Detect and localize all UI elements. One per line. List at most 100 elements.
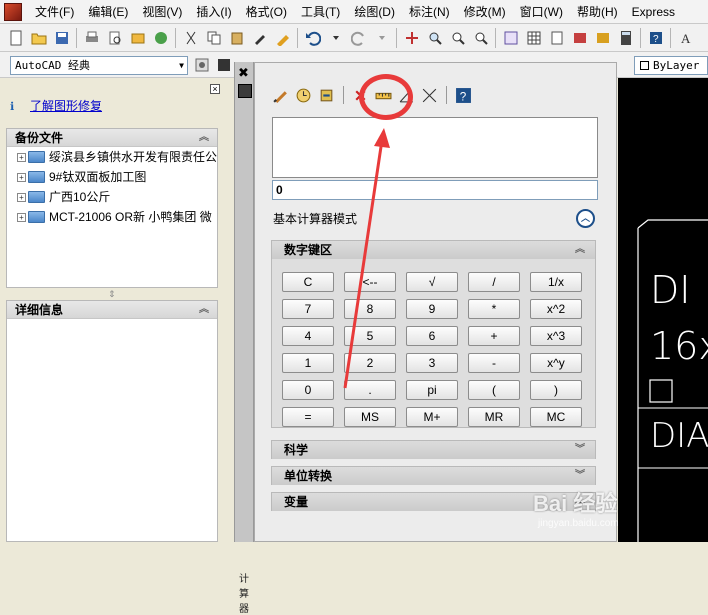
help-icon[interactable]: ? [452, 84, 474, 106]
menu-dimension[interactable]: 标注(N) [402, 0, 457, 24]
number-pad-header[interactable]: 数字键区 ︽ [272, 241, 595, 259]
design-center-icon[interactable] [523, 27, 544, 48]
backup-file-item[interactable]: + MCT-21006 OR新 小鸭集团 微 [7, 207, 217, 227]
key-5[interactable]: 5 [344, 326, 396, 346]
menu-window[interactable]: 窗口(W) [513, 0, 570, 24]
redo-icon[interactable] [348, 27, 369, 48]
key-memory-recall[interactable]: MR [468, 407, 520, 427]
workspace-dropdown[interactable]: AutoCAD 经典 ▼ [10, 56, 188, 75]
backup-file-item[interactable]: + 9#钛双面板加工图 [7, 167, 217, 187]
key-1[interactable]: 1 [282, 353, 334, 373]
properties-icon[interactable] [500, 27, 521, 48]
menu-modify[interactable]: 修改(M) [457, 0, 513, 24]
key-close-paren[interactable]: ) [530, 380, 582, 400]
key-clear[interactable]: C [282, 272, 334, 292]
key-reciprocal[interactable]: 1/x [530, 272, 582, 292]
menu-insert[interactable]: 插入(I) [189, 0, 238, 24]
collapse-chevron-icon[interactable]: ︽ [199, 129, 209, 147]
key-minus[interactable]: - [468, 353, 520, 373]
input-box[interactable]: 0 [272, 180, 598, 200]
panel-splitter-icon[interactable]: ⇕ [108, 289, 116, 300]
match-properties-icon[interactable] [249, 27, 270, 48]
key-open-paren[interactable]: ( [468, 380, 520, 400]
key-decimal[interactable]: . [344, 380, 396, 400]
key-multiply[interactable]: * [468, 299, 520, 319]
scientific-header[interactable]: 科学 ︾ [272, 441, 595, 459]
undo-icon[interactable] [302, 27, 323, 48]
expand-icon[interactable]: + [17, 172, 26, 182]
backup-file-item[interactable]: + 广西10公斤 [7, 187, 217, 207]
units-conversion-header[interactable]: 单位转换 ︾ [272, 467, 595, 485]
drawing-canvas[interactable]: DI 16x DIA( [618, 78, 708, 542]
menu-edit[interactable]: 编辑(E) [81, 0, 135, 24]
expand-chevron-icon[interactable]: ︾ [575, 467, 585, 485]
key-cube[interactable]: x^3 [530, 326, 582, 346]
redo-dropdown-icon[interactable] [371, 27, 392, 48]
key-6[interactable]: 6 [406, 326, 458, 346]
markup-icon[interactable] [592, 27, 613, 48]
clear-icon[interactable] [269, 84, 291, 106]
intersection-of-lines-icon[interactable] [418, 84, 440, 106]
collapse-chevron-icon[interactable]: ︽ [575, 241, 585, 259]
menu-file[interactable]: 文件(F) [28, 0, 81, 24]
tool-palettes-icon[interactable] [546, 27, 567, 48]
expand-icon[interactable]: + [17, 212, 26, 222]
new-file-icon[interactable] [5, 27, 26, 48]
key-equals[interactable]: = [282, 407, 334, 427]
expand-icon[interactable]: + [17, 192, 26, 202]
key-7[interactable]: 7 [282, 299, 334, 319]
menu-help[interactable]: 帮助(H) [570, 0, 625, 24]
text-style-icon[interactable]: A [675, 27, 696, 48]
zoom-previous-icon[interactable] [470, 27, 491, 48]
key-memory-store[interactable]: MS [344, 407, 396, 427]
paste-to-commandline-icon[interactable] [315, 84, 337, 106]
key-square[interactable]: x^2 [530, 299, 582, 319]
close-icon[interactable]: × [210, 84, 220, 94]
menu-format[interactable]: 格式(O) [239, 0, 294, 24]
quickcalc-toolbar-icon[interactable] [615, 27, 636, 48]
key-sqrt[interactable]: √ [406, 272, 458, 292]
sheet-set-icon[interactable] [569, 27, 590, 48]
color-control-dropdown[interactable]: ByLayer [634, 56, 708, 75]
menu-view[interactable]: 视图(V) [135, 0, 189, 24]
save-icon[interactable] [51, 27, 72, 48]
history-area[interactable] [272, 117, 598, 178]
collapse-mode-icon[interactable]: ︿ [576, 209, 595, 228]
key-memory-add[interactable]: M+ [406, 407, 458, 427]
key-8[interactable]: 8 [344, 299, 396, 319]
key-memory-clear[interactable]: MC [530, 407, 582, 427]
block-editor-icon[interactable] [272, 27, 293, 48]
key-0[interactable]: 0 [282, 380, 334, 400]
learn-recovery-link[interactable]: 了解图形修复 [30, 97, 102, 114]
key-4[interactable]: 4 [282, 326, 334, 346]
open-folder-icon[interactable] [28, 27, 49, 48]
publish-icon[interactable] [127, 27, 148, 48]
help-icon[interactable]: ? [645, 27, 666, 48]
print-icon[interactable] [81, 27, 102, 48]
key-divide[interactable]: / [468, 272, 520, 292]
undo-dropdown-icon[interactable] [325, 27, 346, 48]
workspace-settings-icon[interactable] [191, 54, 212, 75]
details-header[interactable]: 详细信息 ︽ [7, 301, 217, 319]
cut-icon[interactable] [180, 27, 201, 48]
expand-icon[interactable]: + [17, 152, 26, 162]
paste-icon[interactable] [226, 27, 247, 48]
print-preview-icon[interactable] [104, 27, 125, 48]
backup-files-header[interactable]: 备份文件 ︽ [7, 129, 217, 147]
key-plus[interactable]: + [468, 326, 520, 346]
zoom-realtime-icon[interactable] [424, 27, 445, 48]
menu-express[interactable]: Express [625, 0, 682, 24]
key-9[interactable]: 9 [406, 299, 458, 319]
clear-history-icon[interactable] [292, 84, 314, 106]
pan-icon[interactable] [401, 27, 422, 48]
workspace-save-icon[interactable] [213, 54, 234, 75]
menu-tools[interactable]: 工具(T) [294, 0, 347, 24]
zoom-window-icon[interactable] [447, 27, 468, 48]
menu-draw[interactable]: 绘图(D) [347, 0, 402, 24]
backup-file-item[interactable]: + 绥滨县乡镇供水开发有限责任公 [7, 147, 217, 167]
copy-icon[interactable] [203, 27, 224, 48]
key-2[interactable]: 2 [344, 353, 396, 373]
expand-chevron-icon[interactable]: ︾ [575, 441, 585, 459]
close-icon[interactable]: ✖ [238, 65, 249, 81]
key-pi[interactable]: pi [406, 380, 458, 400]
